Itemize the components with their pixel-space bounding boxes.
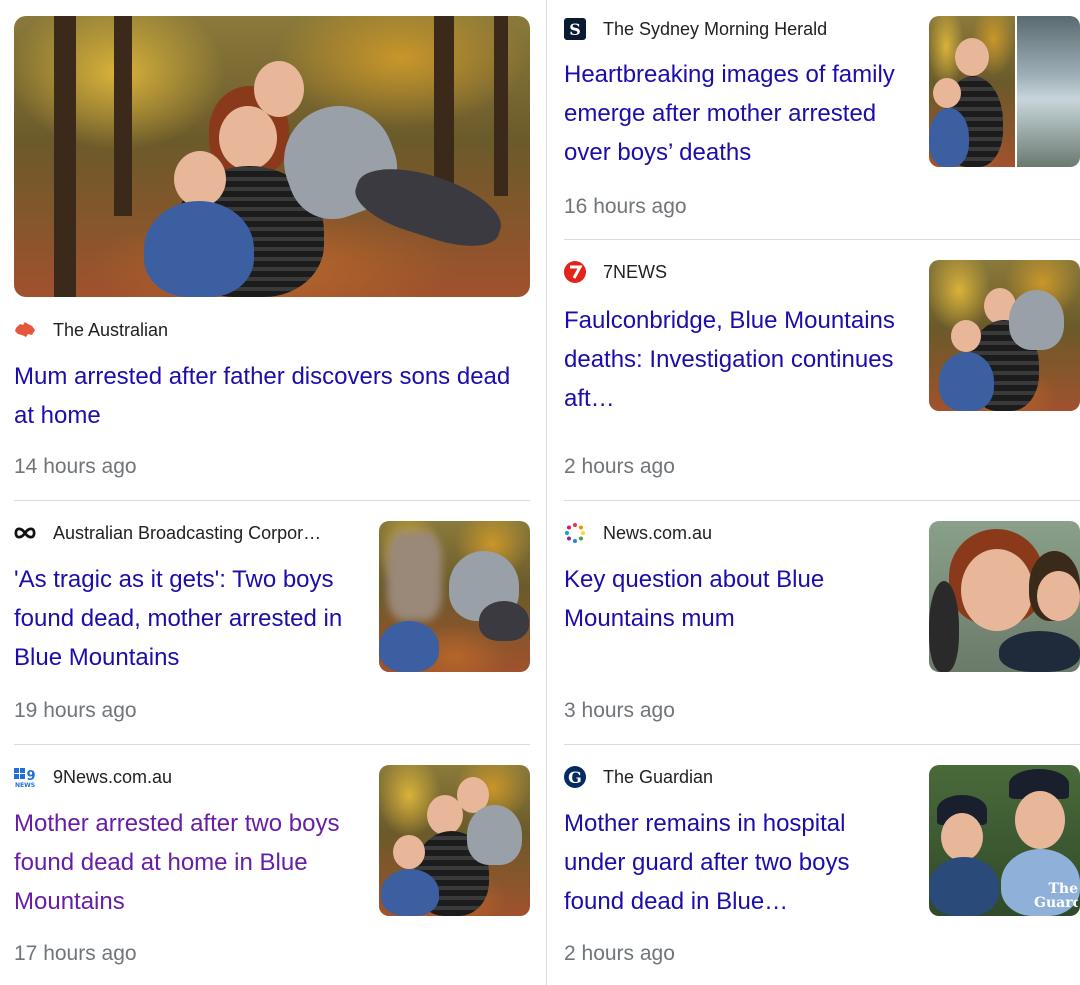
source-name: Australian Broadcasting Corpor… xyxy=(53,522,322,543)
card-separator xyxy=(564,744,1080,745)
guardian-watermark: The Guard xyxy=(1034,882,1078,910)
article-headline-link[interactable]: Mother arrested after two boys found dea… xyxy=(14,804,359,921)
source-name: News.com.au xyxy=(603,522,713,543)
article-thumbnail[interactable] xyxy=(379,765,530,916)
abc-lissajous-icon xyxy=(14,522,36,544)
timestamp: 16 hours ago xyxy=(564,195,687,218)
guardian-g-icon: G xyxy=(564,766,586,788)
article-headline-link[interactable]: Heartbreaking images of family emerge af… xyxy=(564,55,904,172)
card-separator xyxy=(564,500,1080,501)
article-headline-link[interactable]: Faulconbridge, Blue Mountains deaths: In… xyxy=(564,301,904,418)
svg-text:G: G xyxy=(568,768,582,787)
article-headline-link[interactable]: Mother remains in hospital under guard a… xyxy=(564,804,904,921)
timestamp: 14 hours ago xyxy=(14,455,137,478)
card-separator xyxy=(14,744,530,745)
svg-text:S: S xyxy=(569,20,581,39)
source-name: The Sydney Morning Herald xyxy=(603,18,828,39)
smh-s-icon: S xyxy=(564,18,586,40)
article-thumbnail[interactable] xyxy=(929,16,1080,167)
article-thumbnail[interactable] xyxy=(929,260,1080,411)
article-headline-link[interactable]: 'As tragic as it gets': Two boys found d… xyxy=(14,560,359,677)
column-divider xyxy=(546,0,547,985)
card-separator xyxy=(14,500,530,501)
nine-news-icon: 9 NEWS xyxy=(14,766,36,788)
article-thumbnail[interactable]: The Guard xyxy=(929,765,1080,916)
source-name: The Australian xyxy=(53,319,169,340)
article-headline-link[interactable]: Key question about Blue Mountains mum xyxy=(564,560,904,638)
dots-ring-icon xyxy=(564,522,586,544)
source-name: 7NEWS xyxy=(603,261,668,282)
hero-image[interactable] xyxy=(14,16,530,297)
source-name: The Guardian xyxy=(603,766,714,787)
timestamp: 2 hours ago xyxy=(564,455,675,478)
source-name: 9News.com.au xyxy=(53,766,173,787)
svg-text:NEWS: NEWS xyxy=(15,782,35,788)
seven-icon xyxy=(564,261,586,283)
timestamp: 19 hours ago xyxy=(14,699,137,722)
article-thumbnail[interactable] xyxy=(929,521,1080,672)
article-thumbnail[interactable] xyxy=(379,521,530,672)
card-separator xyxy=(564,239,1080,240)
article-headline-link[interactable]: Mum arrested after father discovers sons… xyxy=(14,357,530,435)
timestamp: 17 hours ago xyxy=(14,942,137,965)
australia-map-icon xyxy=(14,319,36,341)
timestamp: 2 hours ago xyxy=(564,942,675,965)
timestamp: 3 hours ago xyxy=(564,699,675,722)
